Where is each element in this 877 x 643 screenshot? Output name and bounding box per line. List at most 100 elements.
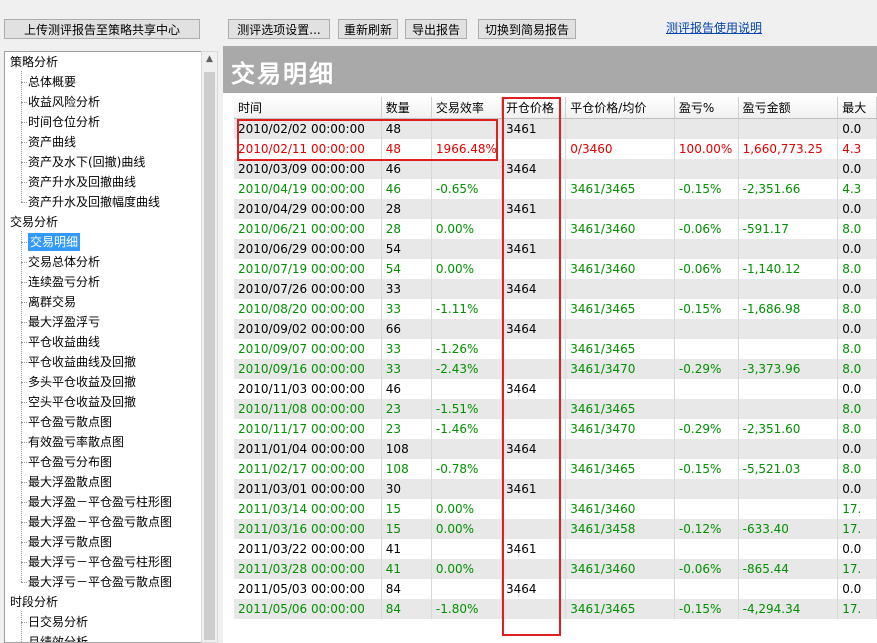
tree-item[interactable]: 平仓盈亏分布图 xyxy=(28,453,112,471)
tree-item[interactable]: 多头平仓收益及回撤 xyxy=(28,373,136,391)
scroll-up-icon[interactable]: ▲ xyxy=(204,54,215,65)
table-row[interactable]: 2011/05/06 00:00:00 84 -1.80% 3461/3465 -0.1… xyxy=(234,599,877,619)
tree-item[interactable]: 最大浮亏－平仓盈亏散点图 xyxy=(28,573,172,591)
table-cell: 8.0 xyxy=(837,259,877,279)
table-row[interactable]: 2010/04/29 00:00:00 28 3461 0.0 xyxy=(234,199,877,219)
tree-connector xyxy=(21,231,22,582)
table-row[interactable]: 2010/09/07 00:00:00 33 -1.26% 3461/3465 8.0 xyxy=(234,339,877,359)
table-row[interactable]: 2010/09/02 00:00:00 66 3464 0.0 xyxy=(234,319,877,339)
table-cell: -2,351.66 xyxy=(738,179,839,199)
column-header[interactable]: 最大 xyxy=(837,97,877,119)
table-cell xyxy=(738,199,839,219)
tree-item[interactable]: 平仓收益曲线 xyxy=(28,333,100,351)
table-header-row: 时间 数量 交易效率 开仓价格 平仓价格/均价 盈亏% 盈亏金额 最大 xyxy=(234,97,877,119)
table-row[interactable]: 2010/02/02 00:00:00 48 3461 0.0 xyxy=(234,118,877,139)
table-row[interactable]: 2010/06/29 00:00:00 54 3461 0.0 xyxy=(234,239,877,259)
tree-item[interactable]: 资产升水及回撤幅度曲线 xyxy=(28,193,160,211)
tree-item[interactable]: 空头平仓收益及回撤 xyxy=(28,393,136,411)
tree-item[interactable]: 最大浮盈浮亏 xyxy=(28,313,100,331)
table-cell: 2010/09/02 00:00:00 xyxy=(234,319,382,339)
table-row[interactable]: 2011/01/04 00:00:00 108 3464 0.0 xyxy=(234,439,877,459)
scroll-thumb[interactable] xyxy=(204,72,215,640)
tree-item[interactable]: 交易明细 xyxy=(28,233,81,251)
tree-item[interactable]: 最大浮盈散点图 xyxy=(28,473,112,491)
table-row[interactable]: 2011/03/16 00:00:00 15 0.00% 3461/3458 -0.12… xyxy=(234,519,877,539)
column-header[interactable]: 开仓价格 xyxy=(501,97,567,119)
table-row[interactable]: 2011/03/01 00:00:00 30 3461 0.0 xyxy=(234,479,877,499)
table-row[interactable]: 2011/05/03 00:00:00 84 3464 0.0 xyxy=(234,579,877,599)
tree-connector xyxy=(21,611,22,642)
tree-item[interactable]: 交易总体分析 xyxy=(28,253,100,271)
column-header[interactable]: 平仓价格/均价 xyxy=(565,97,675,119)
tree-item[interactable]: 日交易分析 xyxy=(28,613,88,631)
tree-item[interactable]: 离群交易 xyxy=(28,293,76,311)
table-cell xyxy=(738,319,839,339)
options-button[interactable]: 测评选项设置... xyxy=(228,19,330,39)
table-cell: -865.44 xyxy=(738,559,839,579)
tree-item[interactable]: 最大浮盈－平仓盈亏柱形图 xyxy=(28,493,172,511)
tree-item[interactable]: 收益风险分析 xyxy=(28,93,100,111)
table-row[interactable]: 2011/03/14 00:00:00 15 0.00% 3461/3460 17. xyxy=(234,499,877,519)
table-row[interactable]: 2010/06/21 00:00:00 28 0.00% 3461/3460 -0.06… xyxy=(234,219,877,239)
tree-group[interactable]: 时段分析 xyxy=(10,593,58,611)
tree-item[interactable]: 有效盈亏率散点图 xyxy=(28,433,124,451)
table-row[interactable]: 2010/08/20 00:00:00 33 -1.11% 3461/3465 -0.1… xyxy=(234,299,877,319)
tree-item[interactable]: 月绩效分析 xyxy=(28,633,88,642)
table-cell: 2011/03/16 00:00:00 xyxy=(234,519,382,539)
tree-item[interactable]: 总体概要 xyxy=(28,73,76,91)
table-cell xyxy=(501,559,567,579)
tree-item[interactable]: 资产曲线 xyxy=(28,133,76,151)
tree-item[interactable]: 连续盈亏分析 xyxy=(28,273,100,291)
table-cell: 2010/07/26 00:00:00 xyxy=(234,279,382,299)
table-row[interactable]: 2011/03/28 00:00:00 41 0.00% 3461/3460 -0.06… xyxy=(234,559,877,579)
table-cell xyxy=(501,179,567,199)
table-row[interactable]: 2011/02/17 00:00:00 108 -0.78% 3461/3465 -0.… xyxy=(234,459,877,479)
tree-scrollbar[interactable]: ▲ xyxy=(201,51,218,643)
table-cell: 3464 xyxy=(501,439,567,459)
table-cell xyxy=(565,579,675,599)
tree-item[interactable]: 资产及水下(回撤)曲线 xyxy=(28,153,145,171)
table-cell xyxy=(501,219,567,239)
table-row[interactable]: 2010/07/26 00:00:00 33 3464 0.0 xyxy=(234,279,877,299)
column-header[interactable]: 交易效率 xyxy=(431,97,502,119)
column-header[interactable]: 盈亏% xyxy=(674,97,739,119)
column-header[interactable]: 数量 xyxy=(381,97,432,119)
table-cell: 84 xyxy=(381,599,432,619)
tree-group[interactable]: 交易分析 xyxy=(10,213,58,231)
table-row[interactable]: 2010/02/11 00:00:00 48 1966.48% 0/3460 100.0… xyxy=(234,139,877,159)
table-cell: -1.11% xyxy=(431,299,502,319)
tree-item[interactable]: 资产升水及回撤曲线 xyxy=(28,173,136,191)
table-cell: 41 xyxy=(381,559,432,579)
refresh-button[interactable]: 重新刷新 xyxy=(338,19,398,39)
table-cell: 2010/02/02 00:00:00 xyxy=(234,118,382,139)
table-row[interactable]: 2010/11/17 00:00:00 23 -1.46% 3461/3470 -0.2… xyxy=(234,419,877,439)
table-cell: -1,140.12 xyxy=(738,259,839,279)
tree-item[interactable]: 最大浮亏－平仓盈亏柱形图 xyxy=(28,553,172,571)
export-report-button[interactable]: 导出报告 xyxy=(405,19,467,39)
tree-group[interactable]: 策略分析 xyxy=(10,53,58,71)
table-row[interactable]: 2010/11/08 00:00:00 23 -1.51% 3461/3465 8.0 xyxy=(234,399,877,419)
table-cell: 2010/04/29 00:00:00 xyxy=(234,199,382,219)
tree-item[interactable]: 最大浮亏散点图 xyxy=(28,533,112,551)
help-link[interactable]: 测评报告使用说明 xyxy=(666,19,762,36)
tree-item[interactable]: 时间仓位分析 xyxy=(28,113,100,131)
column-header[interactable]: 时间 xyxy=(234,97,382,119)
table-cell xyxy=(738,479,839,499)
table-row[interactable]: 2010/04/19 00:00:00 46 -0.65% 3461/3465 -0.1… xyxy=(234,179,877,199)
tree-item[interactable]: 平仓收益曲线及回撤 xyxy=(28,353,136,371)
table-cell: 8.0 xyxy=(837,339,877,359)
tree-item[interactable]: 平仓盈亏散点图 xyxy=(28,413,112,431)
table-cell: 8.0 xyxy=(837,419,877,439)
table-row[interactable]: 2010/03/09 00:00:00 46 3464 0.0 xyxy=(234,159,877,179)
tree-connector xyxy=(21,71,22,202)
table-row[interactable]: 2011/03/22 00:00:00 41 3461 0.0 xyxy=(234,539,877,559)
table-cell: -0.65% xyxy=(431,179,502,199)
column-header[interactable]: 盈亏金额 xyxy=(738,97,839,119)
table-row[interactable]: 2010/07/19 00:00:00 54 0.00% 3461/3460 -0.06… xyxy=(234,259,877,279)
tree-item[interactable]: 最大浮盈－平仓盈亏散点图 xyxy=(28,513,172,531)
switch-simple-report-button[interactable]: 切换到简易报告 xyxy=(478,19,576,39)
table-cell: 17. xyxy=(837,519,877,539)
table-row[interactable]: 2010/11/03 00:00:00 46 3464 0.0 xyxy=(234,379,877,399)
table-row[interactable]: 2010/09/16 00:00:00 33 -2.43% 3461/3470 -0.2… xyxy=(234,359,877,379)
upload-report-button[interactable]: 上传测评报告至策略共享中心 xyxy=(4,19,200,39)
